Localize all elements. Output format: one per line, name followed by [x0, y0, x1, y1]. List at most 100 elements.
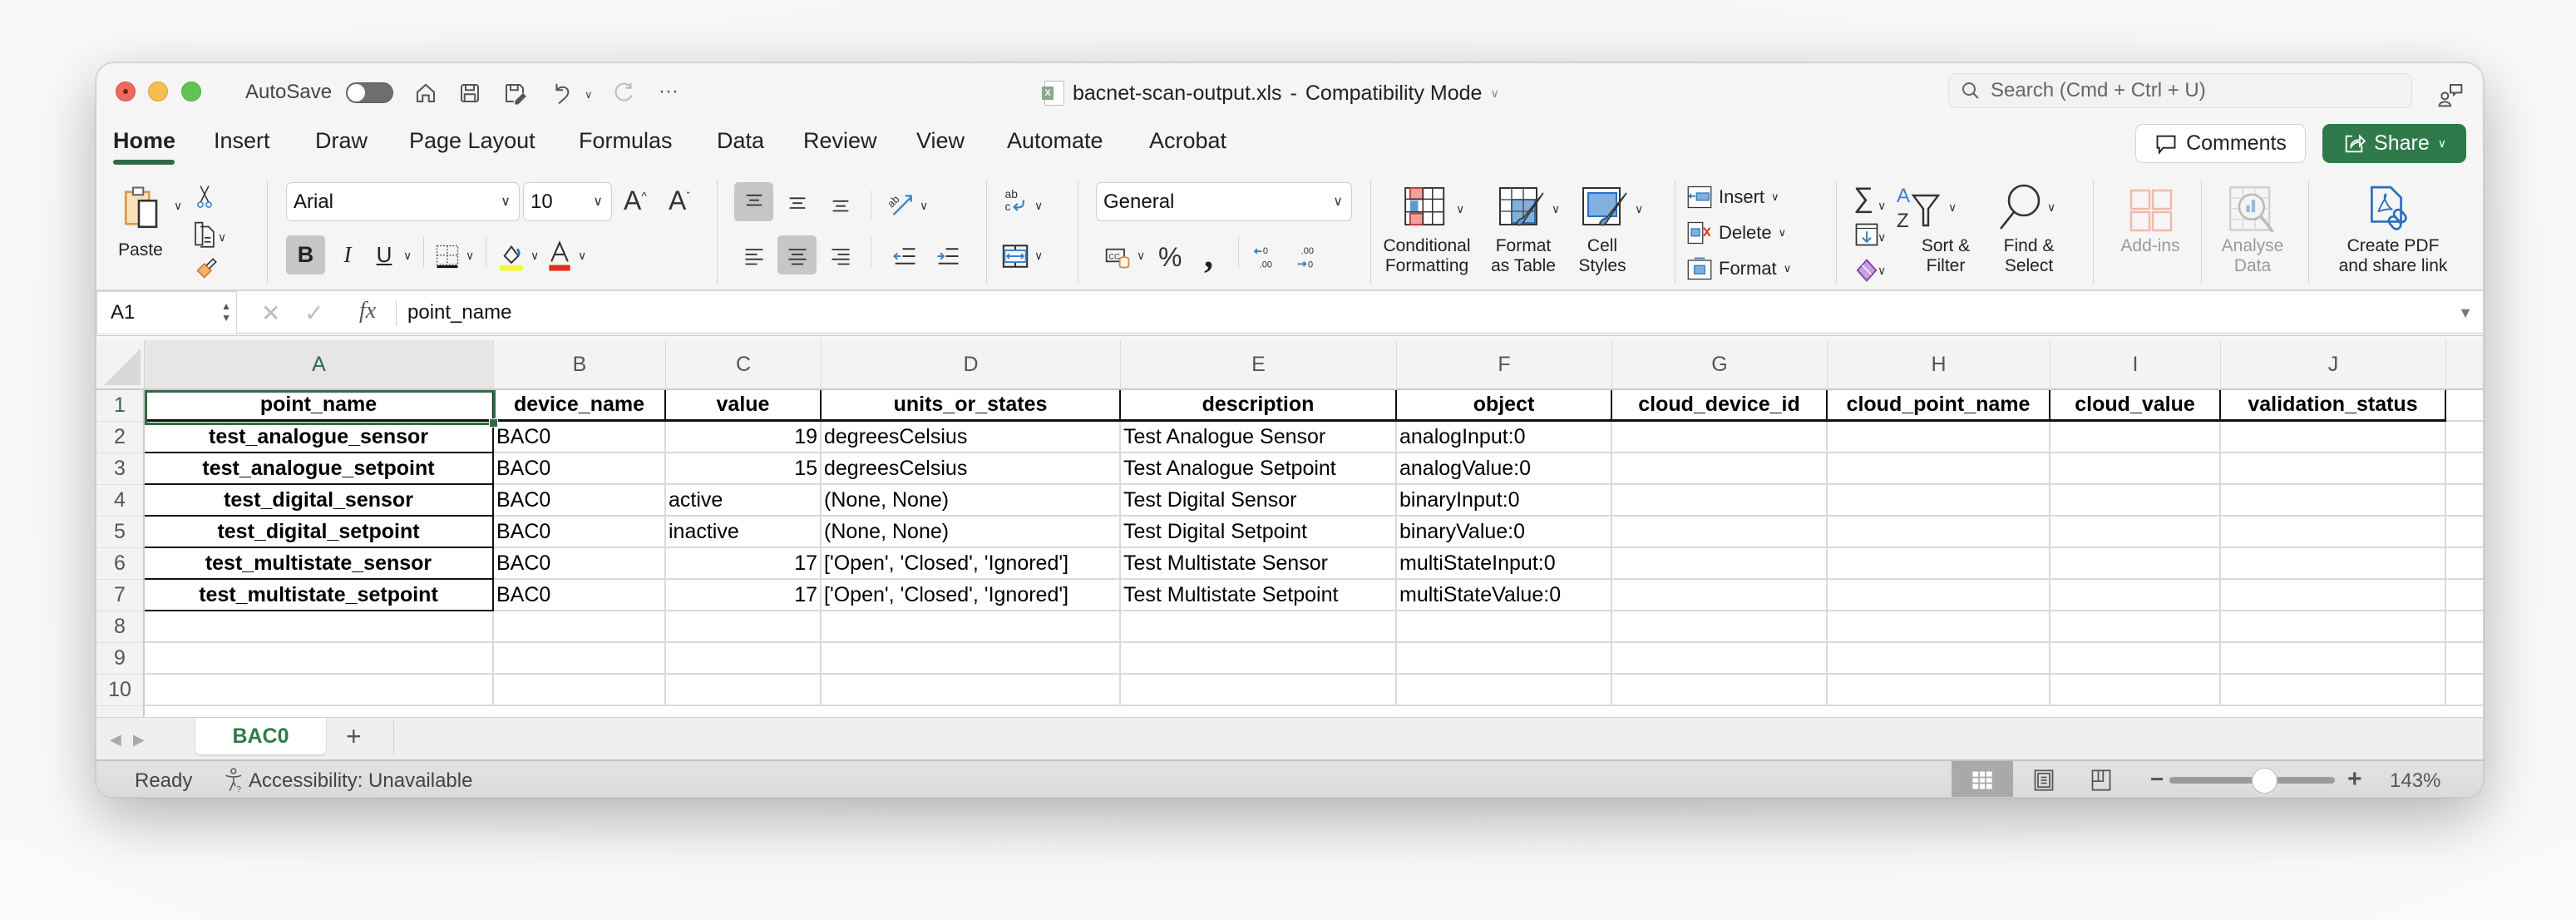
cell-d3[interactable]: degreesCelsius	[822, 453, 1121, 485]
cell-e2[interactable]: Test Analogue Sensor	[1121, 422, 1397, 453]
row-header-1[interactable]: 1	[96, 390, 145, 422]
format-as-table-icon[interactable]	[1498, 186, 1548, 230]
row-header-8[interactable]: 8	[96, 611, 145, 643]
cell-j3[interactable]	[2221, 453, 2446, 485]
cell-c9[interactable]	[666, 643, 822, 675]
cell-k3[interactable]	[2446, 453, 2483, 485]
cell-f7[interactable]: multiStateValue:0	[1397, 580, 1612, 611]
cell-i7[interactable]	[2050, 580, 2221, 611]
tab-review[interactable]: Review	[803, 128, 877, 154]
cut-icon[interactable]	[195, 184, 214, 209]
column-header-e[interactable]: E	[1121, 340, 1397, 390]
column-header-d[interactable]: D	[822, 340, 1121, 390]
cell-j7[interactable]	[2221, 580, 2446, 611]
formula-input[interactable]: point_name	[407, 291, 511, 334]
cell-e9[interactable]	[1121, 643, 1397, 675]
cell-j2[interactable]	[2221, 422, 2446, 453]
header-cell-d[interactable]: units_or_states	[822, 390, 1121, 422]
row-header-10[interactable]: 10	[96, 675, 145, 706]
search-box[interactable]: Search (Cmd + Ctrl + U)	[1948, 73, 2412, 108]
cell-c10[interactable]	[666, 675, 822, 706]
cell-k1[interactable]	[2446, 390, 2483, 422]
fill-color-icon[interactable]	[497, 242, 526, 272]
decrease-font-size-icon[interactable]: Aˇ	[669, 185, 690, 216]
cell-j5[interactable]	[2221, 517, 2446, 548]
zoom-in-button[interactable]: +	[2347, 765, 2362, 794]
cell-k8[interactable]	[2446, 611, 2483, 643]
font-color-icon[interactable]	[545, 240, 574, 272]
borders-dropdown-icon[interactable]: ∨	[466, 249, 474, 263]
header-cell-g[interactable]: cloud_device_id	[1612, 390, 1828, 422]
cell-b9[interactable]	[494, 643, 666, 675]
cell-b7[interactable]: BAC0	[494, 580, 666, 611]
font-size-select[interactable]: 10 ∨	[523, 182, 612, 221]
cell-h10[interactable]	[1828, 675, 2050, 706]
insert-cells-button[interactable]: Insert ∨	[1687, 184, 1779, 210]
cell-f4[interactable]: binaryInput:0	[1397, 485, 1612, 517]
cell-k9[interactable]	[2446, 643, 2483, 675]
add-ins-icon[interactable]	[2126, 185, 2176, 235]
insert-function-icon[interactable]: fx	[359, 298, 376, 324]
cell-k4[interactable]	[2446, 485, 2483, 517]
find-select-dropdown-icon[interactable]: ∨	[2047, 200, 2055, 215]
delete-cells-button[interactable]: Delete ∨	[1687, 220, 1786, 246]
window-title[interactable]: bacnet-scan-output.xls - Compatibility M…	[1042, 78, 1499, 108]
column-header-i[interactable]: I	[2050, 340, 2221, 390]
italic-button[interactable]: I	[331, 235, 364, 275]
header-cell-h[interactable]: cloud_point_name	[1828, 390, 2050, 422]
comma-style-button[interactable]: ,	[1204, 234, 1213, 276]
autosave-toggle[interactable]	[346, 82, 393, 103]
page-break-view-button[interactable]	[2070, 761, 2132, 797]
cell-c6[interactable]: 17	[666, 548, 822, 580]
fill-dropdown-icon[interactable]: ∨	[1878, 230, 1886, 245]
cell-a4[interactable]: test_digital_sensor	[145, 485, 494, 517]
font-name-select[interactable]: Arial ∨	[286, 182, 520, 221]
increase-decimal-icon[interactable]: 0.00	[1252, 242, 1281, 272]
cell-h3[interactable]	[1828, 453, 2050, 485]
row-header-11[interactable]	[96, 706, 145, 717]
header-cell-a[interactable]: point_name	[145, 390, 494, 422]
orientation-icon[interactable]: ab	[886, 189, 915, 217]
underline-button[interactable]: U	[368, 235, 401, 275]
cell-f5[interactable]: binaryValue:0	[1397, 517, 1612, 548]
create-pdf-icon[interactable]	[2366, 184, 2408, 235]
tab-acrobat[interactable]: Acrobat	[1149, 128, 1226, 154]
cell-e8[interactable]	[1121, 611, 1397, 643]
cell-c2[interactable]: 19	[666, 422, 822, 453]
cell-i2[interactable]	[2050, 422, 2221, 453]
cell-g6[interactable]	[1612, 548, 1828, 580]
accounting-dropdown-icon[interactable]: ∨	[1137, 249, 1145, 263]
zoom-out-button[interactable]: −	[2150, 766, 2164, 793]
cell-d6[interactable]: ['Open', 'Closed', 'Ignored']	[822, 548, 1121, 580]
cell-e3[interactable]: Test Analogue Setpoint	[1121, 453, 1397, 485]
zoom-slider-thumb[interactable]	[2251, 768, 2277, 794]
cell-c8[interactable]	[666, 611, 822, 643]
save-as-icon[interactable]	[500, 78, 530, 108]
minimize-window-button[interactable]	[148, 82, 168, 101]
fill-color-dropdown-icon[interactable]: ∨	[530, 249, 539, 263]
cell-h2[interactable]	[1828, 422, 2050, 453]
row-header-6[interactable]: 6	[96, 548, 145, 580]
sort-filter-icon[interactable]: AZ	[1895, 182, 1945, 232]
cell-a9[interactable]	[145, 643, 494, 675]
autosum-dropdown-icon[interactable]: ∨	[1878, 199, 1886, 213]
collaborate-icon[interactable]	[2437, 82, 2464, 108]
cell-b6[interactable]: BAC0	[494, 548, 666, 580]
format-as-table-dropdown-icon[interactable]: ∨	[1552, 202, 1560, 216]
cell-g4[interactable]	[1612, 485, 1828, 517]
comments-button[interactable]: Comments	[2135, 124, 2306, 163]
tab-insert[interactable]: Insert	[214, 128, 270, 154]
cell-a2[interactable]: test_analogue_sensor	[145, 422, 494, 453]
column-header-k[interactable]	[2446, 340, 2483, 390]
accounting-format-icon[interactable]: CC	[1104, 244, 1131, 270]
more-icon[interactable]: ···	[659, 80, 679, 103]
cell-h6[interactable]	[1828, 548, 2050, 580]
cell-g10[interactable]	[1612, 675, 1828, 706]
cell-i9[interactable]	[2050, 643, 2221, 675]
cell-j9[interactable]	[2221, 643, 2446, 675]
cell-e6[interactable]: Test Multistate Sensor	[1121, 548, 1397, 580]
cell-b5[interactable]: BAC0	[494, 517, 666, 548]
fill-icon[interactable]	[1854, 222, 1879, 247]
cell-b2[interactable]: BAC0	[494, 422, 666, 453]
cell-h7[interactable]	[1828, 580, 2050, 611]
